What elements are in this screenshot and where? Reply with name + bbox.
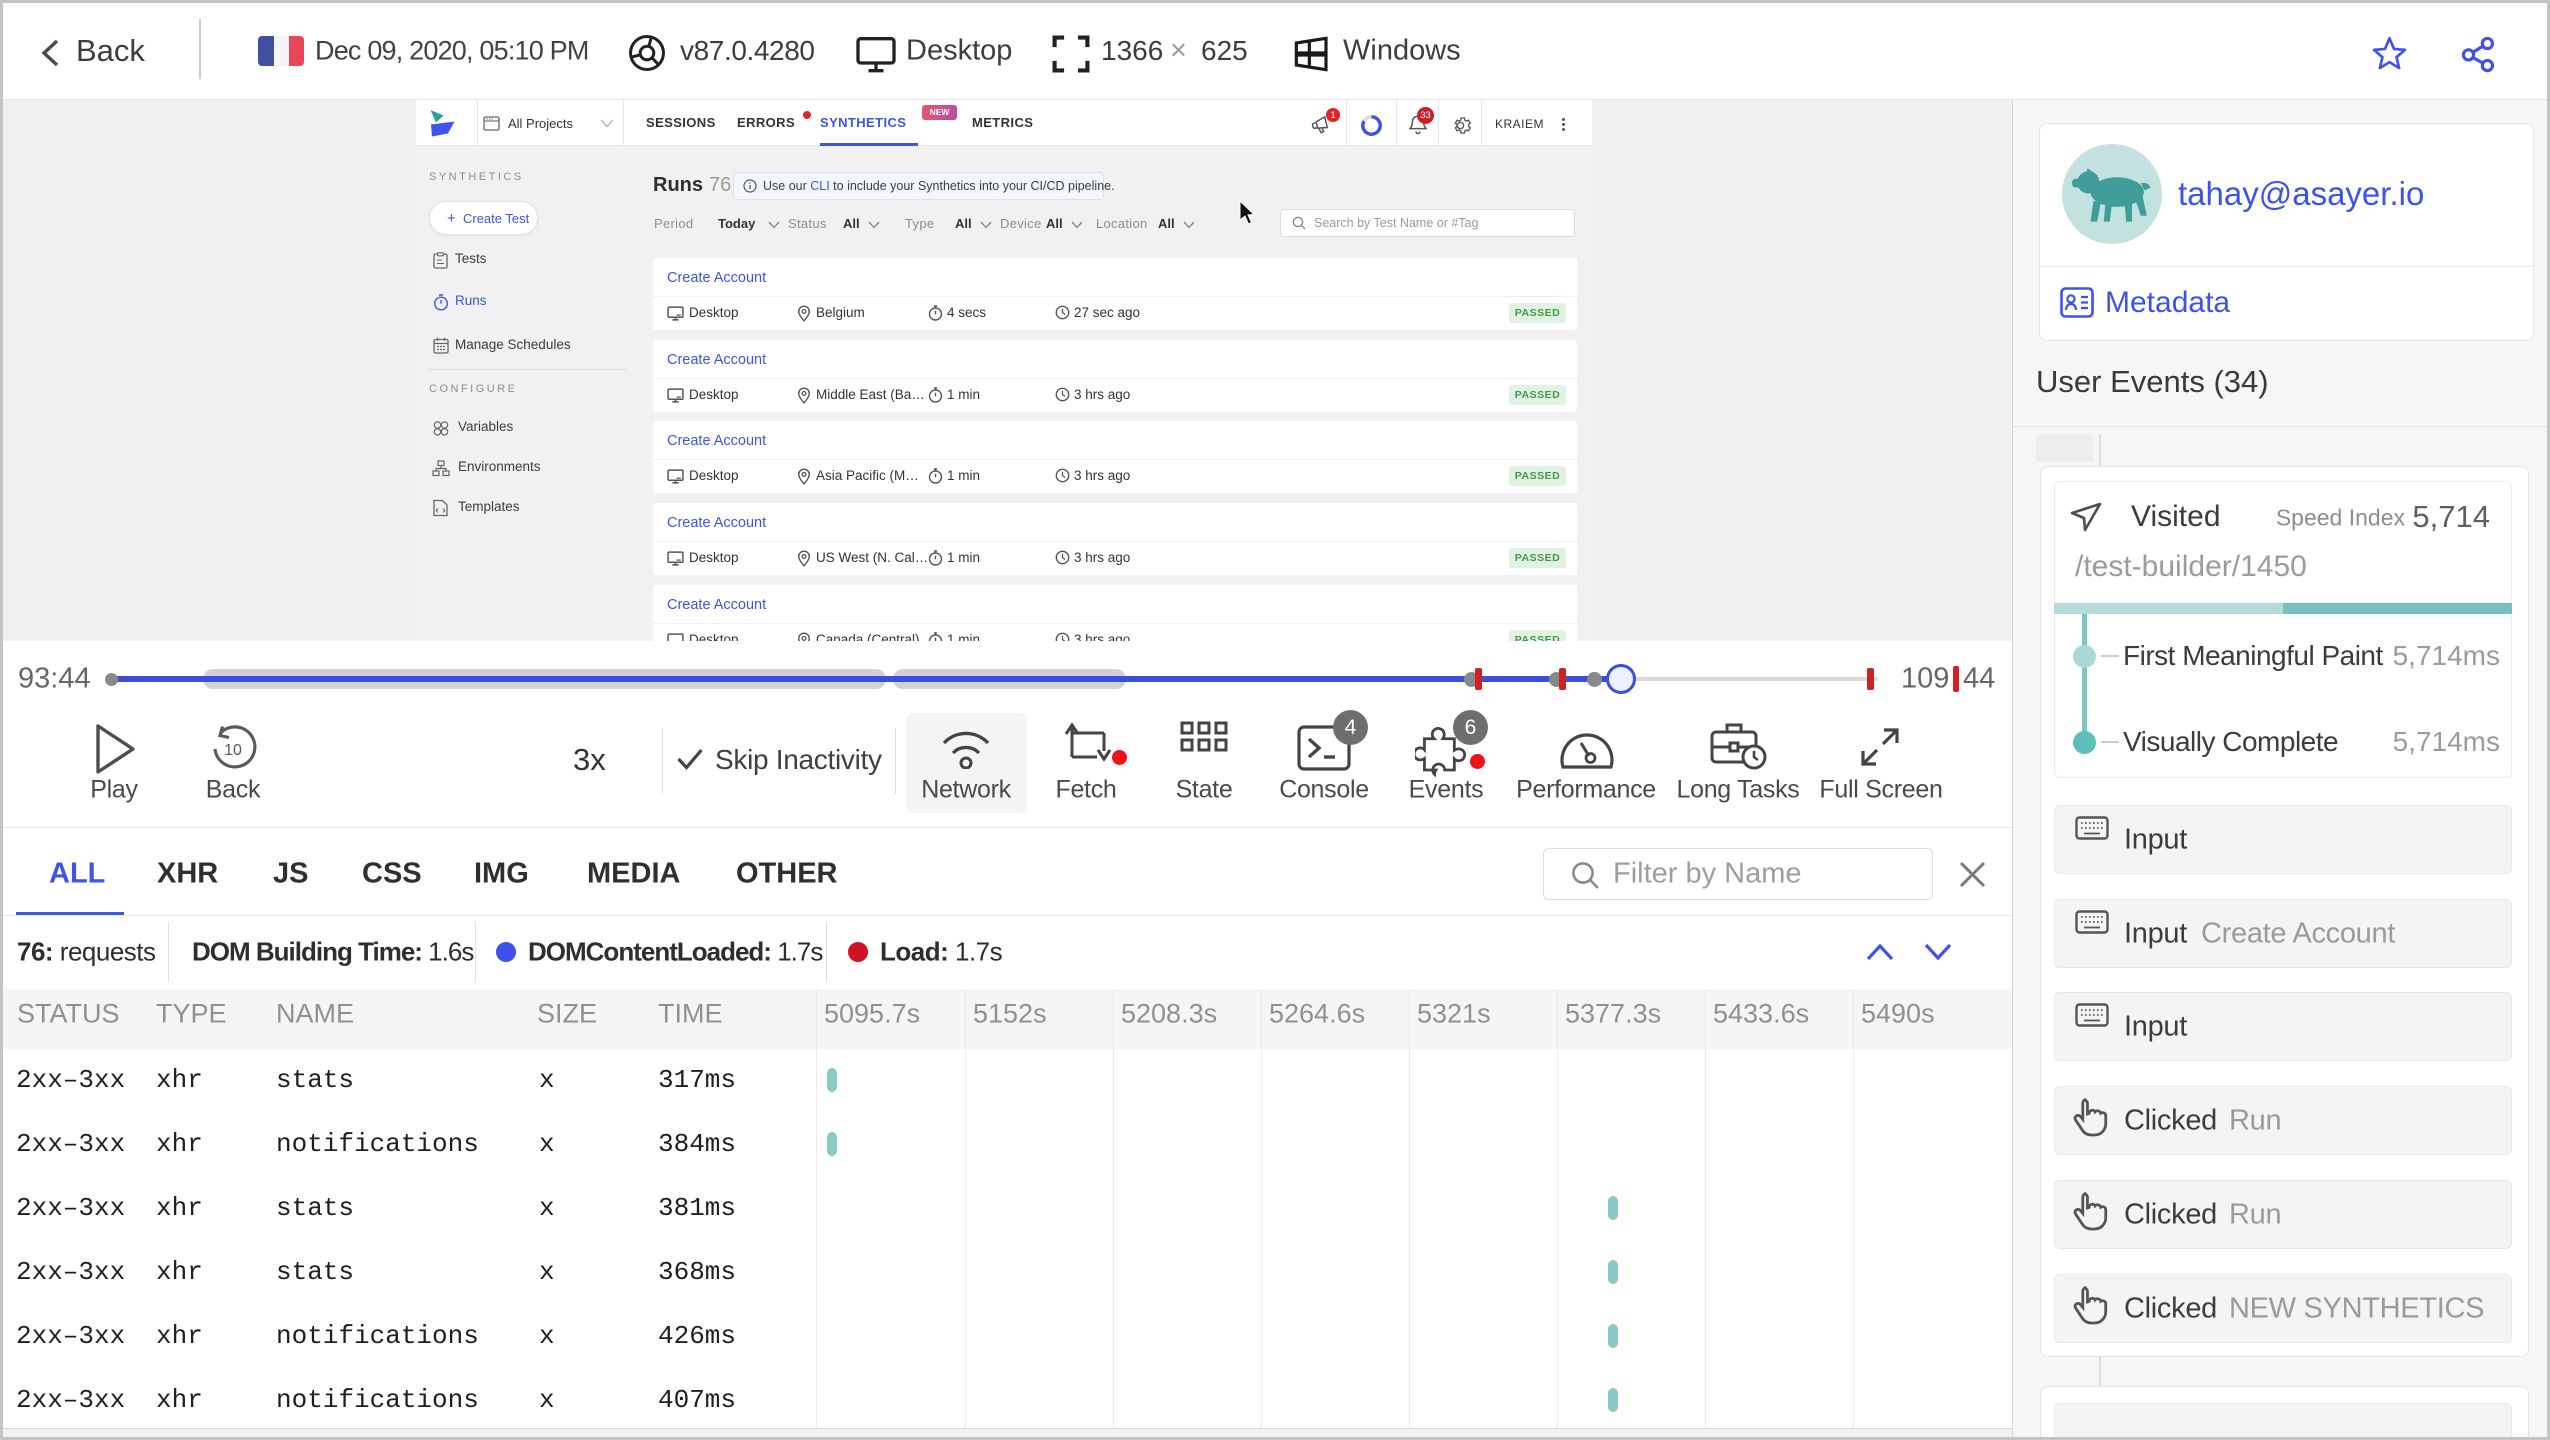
svg-text:10: 10 <box>224 742 242 759</box>
